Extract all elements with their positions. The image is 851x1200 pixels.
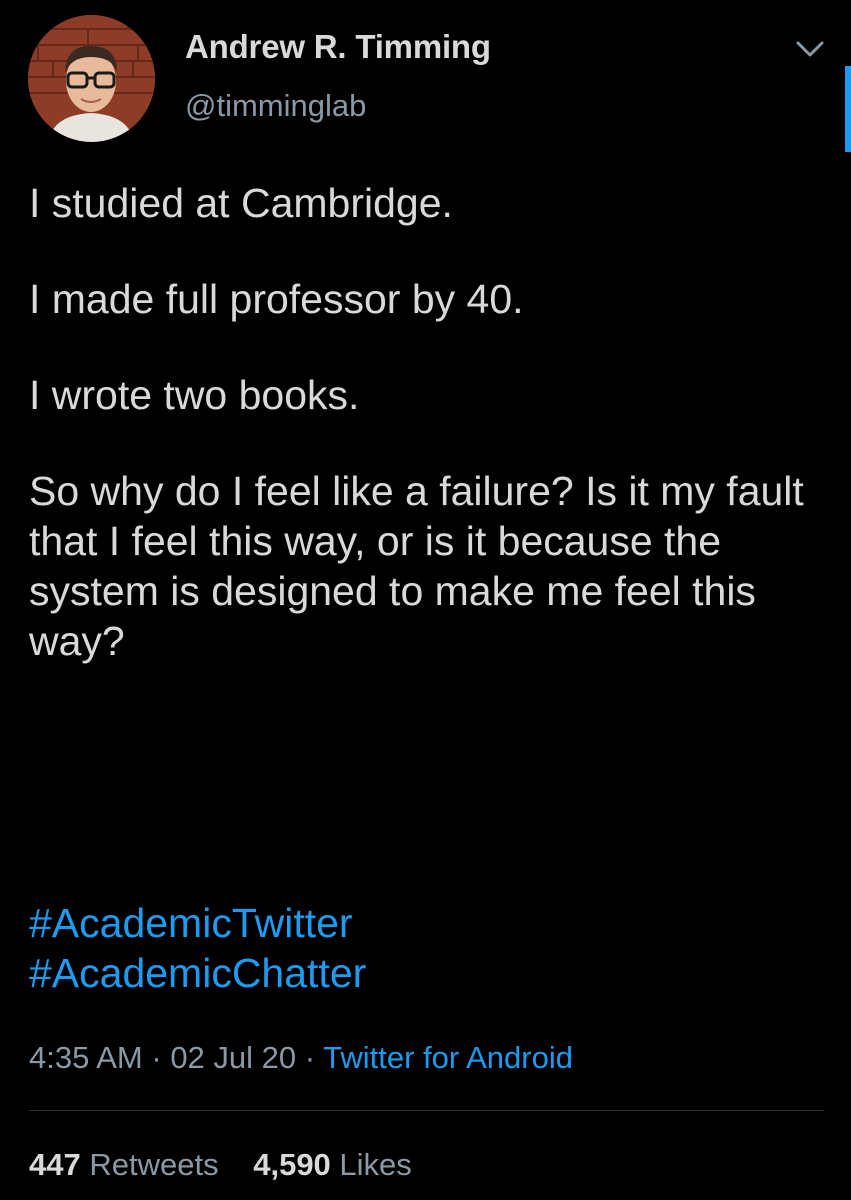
tweet-paragraph: I made full professor by 40. (29, 276, 524, 322)
tweet-date[interactable]: 02 Jul 20 (170, 1040, 296, 1075)
tweet-stats: 447 Retweets 4,590 Likes (29, 1147, 438, 1183)
likes-stat[interactable]: 4,590 Likes (253, 1147, 412, 1182)
meta-separator: · (296, 1040, 324, 1075)
tweet-source-link[interactable]: Twitter for Android (323, 1040, 573, 1075)
hashtags: #AcademicTwitter #AcademicChatter (29, 898, 366, 998)
divider (29, 1110, 824, 1111)
tweet-time[interactable]: 4:35 AM (29, 1040, 143, 1075)
tweet-paragraph: I wrote two books. (29, 372, 360, 418)
scroll-indicator (845, 66, 851, 152)
avatar[interactable] (28, 15, 155, 142)
author-handle[interactable]: @timminglab (185, 88, 366, 124)
hashtag-link[interactable]: #AcademicTwitter (29, 898, 366, 948)
likes-count: 4,590 (253, 1147, 331, 1182)
profile-photo-icon (28, 15, 155, 142)
retweets-count: 447 (29, 1147, 81, 1182)
tweet-header: Andrew R. Timming @timminglab (0, 0, 851, 160)
likes-label: Likes (339, 1147, 412, 1182)
meta-separator: · (142, 1040, 171, 1075)
tweet-text: I studied at Cambridge. I made full prof… (29, 178, 829, 712)
hashtag-link[interactable]: #AcademicChatter (29, 948, 366, 998)
tweet-paragraph: So why do I feel like a failure? Is it m… (29, 468, 804, 664)
tweet-paragraph: I studied at Cambridge. (29, 180, 453, 226)
chevron-down-icon[interactable] (790, 35, 830, 63)
retweets-label: Retweets (89, 1147, 219, 1182)
retweets-stat[interactable]: 447 Retweets (29, 1147, 219, 1182)
tweet-meta: 4:35 AM · 02 Jul 20 · Twitter for Androi… (29, 1040, 573, 1076)
author-name[interactable]: Andrew R. Timming (185, 28, 491, 66)
